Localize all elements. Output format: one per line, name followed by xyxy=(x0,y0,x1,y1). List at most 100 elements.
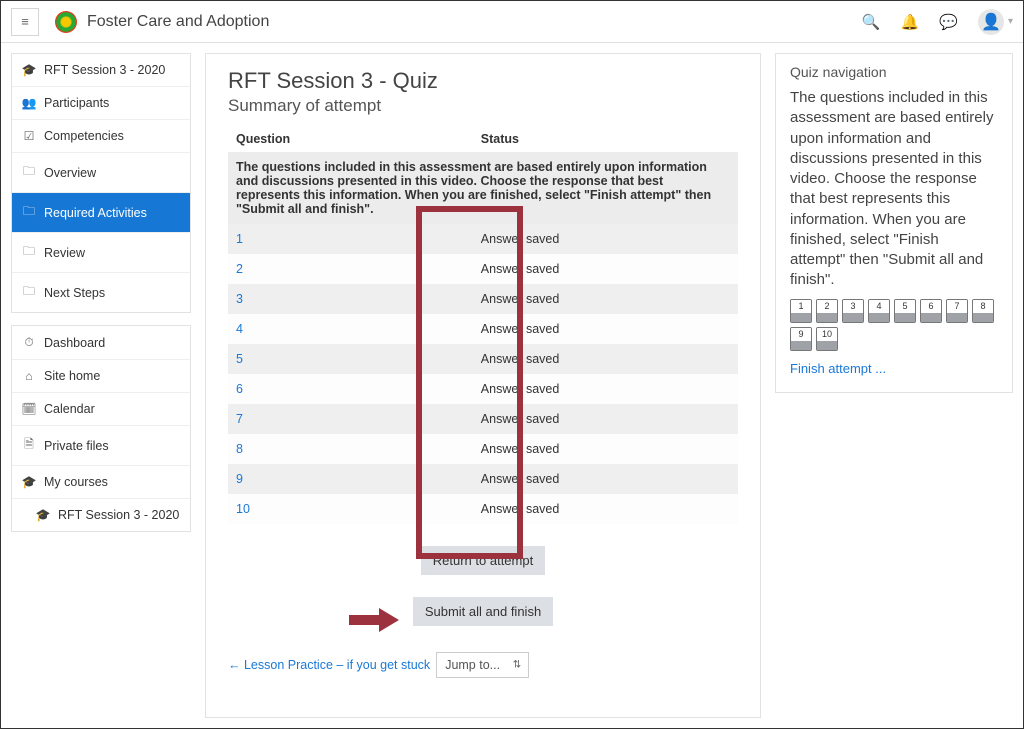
quiz-nav-status-bar xyxy=(973,313,993,322)
nav-overview-label: Overview xyxy=(44,166,96,180)
main-column: RFT Session 3 - Quiz Summary of attempt … xyxy=(205,53,761,718)
nav-drawer-toggle[interactable]: ≡ xyxy=(11,8,39,36)
nav-required-activities[interactable]: 🗀 Required Activities xyxy=(12,193,190,233)
question-status: Answer saved xyxy=(473,254,738,284)
site-logo-icon xyxy=(55,11,77,33)
table-row: 2 Answer saved xyxy=(228,254,738,284)
nav-required-activities-label: Required Activities xyxy=(44,206,147,220)
quiz-nav-status-bar xyxy=(921,313,941,322)
nav-my-courses[interactable]: 🎓My courses xyxy=(12,466,190,499)
quiz-nav-number: 10 xyxy=(817,328,837,341)
quiz-subtitle: Summary of attempt xyxy=(228,96,738,116)
quiz-nav-question-10[interactable]: 10 xyxy=(816,327,838,351)
quiz-nav-status-bar xyxy=(817,341,837,350)
course-nav-panel: 🎓RFT Session 3 - 2020 👥 Participants ☑Compe… xyxy=(11,53,191,313)
nav-participants-icon: 👥 xyxy=(22,96,36,110)
question-link-4[interactable]: 4 xyxy=(236,322,243,336)
nav-calendar[interactable]: 🗓Calendar xyxy=(12,393,190,426)
nav-next-steps[interactable]: 🗀 Next Steps xyxy=(12,273,190,312)
nav-my-course-rft[interactable]: 🎓RFT Session 3 - 2020 xyxy=(12,499,190,531)
left-sidebar: 🎓RFT Session 3 - 2020 👥 Participants ☑Compe… xyxy=(11,53,191,718)
nav-site-home-icon: ⌂ xyxy=(22,369,36,383)
nav-next-steps-label: Next Steps xyxy=(44,286,105,300)
quiz-nav-status-bar xyxy=(947,313,967,322)
nav-required-activities-icon: 🗀 xyxy=(22,202,36,223)
table-row: 1Answer saved xyxy=(228,224,738,254)
quiz-nav-question-6[interactable]: 6 xyxy=(920,299,942,323)
table-row: 4 Answer saved xyxy=(228,314,738,344)
nav-dashboard[interactable]: ⏱ Dashboard xyxy=(12,326,190,360)
nav-my-courses-label: My courses xyxy=(44,475,108,489)
quiz-nav-number: 4 xyxy=(869,300,889,313)
question-number-grid: 12345678 9 10 xyxy=(790,299,998,351)
question-status: Answer saved xyxy=(473,314,738,344)
quiz-nav-number: 5 xyxy=(895,300,915,313)
prev-activity-link[interactable]: ← Lesson Practice – if you get stuck xyxy=(228,658,430,672)
jump-to-select[interactable]: Jump to... xyxy=(436,652,529,678)
quiz-summary-card: RFT Session 3 - Quiz Summary of attempt … xyxy=(205,53,761,718)
nav-competencies[interactable]: ☑Competencies xyxy=(12,120,190,153)
quiz-nav-number: 9 xyxy=(791,328,811,341)
quiz-nav-number: 6 xyxy=(921,300,941,313)
question-status: Answer saved xyxy=(473,464,738,494)
nav-private-files-icon: 🗎 xyxy=(22,435,36,456)
hamburger-icon: ≡ xyxy=(21,14,29,29)
notifications-icon[interactable]: 🔔 xyxy=(901,13,920,31)
quiz-nav-card: Quiz navigation The questions included i… xyxy=(775,53,1013,393)
quiz-nav-question-1[interactable]: 1 xyxy=(790,299,812,323)
question-link-8[interactable]: 8 xyxy=(236,442,243,456)
search-icon[interactable]: 🔍 xyxy=(862,13,881,31)
table-row: 8 Answer saved xyxy=(228,434,738,464)
finish-attempt-link[interactable]: Finish attempt ... xyxy=(790,361,886,376)
nav-next-steps-icon: 🗀 xyxy=(22,282,36,303)
question-link-7[interactable]: 7 xyxy=(236,412,243,426)
question-link-9[interactable]: 9 xyxy=(236,472,243,486)
question-link-1[interactable]: 1 xyxy=(236,232,243,246)
nav-review[interactable]: 🗀Review xyxy=(12,233,190,273)
question-status: Answer saved xyxy=(473,374,738,404)
user-menu[interactable]: 👤 ▾ xyxy=(978,9,1013,35)
site-title[interactable]: Foster Care and Adoption xyxy=(87,13,269,31)
quiz-nav-number: 8 xyxy=(973,300,993,313)
question-link-3[interactable]: 3 xyxy=(236,292,243,306)
submit-all-and-finish-button[interactable]: Submit all and finish xyxy=(413,597,553,626)
nav-dashboard-label: Dashboard xyxy=(44,336,105,350)
quiz-nav-question-7[interactable]: 7 xyxy=(946,299,968,323)
messages-icon[interactable]: 💬 xyxy=(939,13,958,31)
question-link-5[interactable]: 5 xyxy=(236,352,243,366)
question-status: Answer saved xyxy=(473,284,738,314)
table-row: 3 Answer saved xyxy=(228,284,738,314)
nav-competencies-icon: ☑ xyxy=(22,129,36,143)
nav-overview[interactable]: 🗀 Overview xyxy=(12,153,190,193)
quiz-nav-status-bar xyxy=(843,313,863,322)
quiz-nav-question-2[interactable]: 2 xyxy=(816,299,838,323)
nav-participants-label: Participants xyxy=(44,96,109,110)
quiz-nav-question-9[interactable]: 9 xyxy=(790,327,812,351)
question-status: Answer saved xyxy=(473,494,738,524)
nav-dashboard-icon: ⏱ xyxy=(22,335,36,350)
page-body: 🎓RFT Session 3 - 2020 👥 Participants ☑Compe… xyxy=(1,43,1023,728)
right-column: Quiz navigation The questions included i… xyxy=(775,53,1013,718)
return-to-attempt-button[interactable]: Return to attempt xyxy=(421,546,545,575)
quiz-info-text: The questions included in this assessmen… xyxy=(228,152,738,224)
question-link-2[interactable]: 2 xyxy=(236,262,243,276)
nav-private-files[interactable]: 🗎 Private files xyxy=(12,426,190,466)
nav-course-title[interactable]: 🎓RFT Session 3 - 2020 xyxy=(12,54,190,87)
nav-my-course-rft-label: RFT Session 3 - 2020 xyxy=(58,508,179,522)
nav-site-home[interactable]: ⌂ Site home xyxy=(12,360,190,393)
question-link-10[interactable]: 10 xyxy=(236,502,250,516)
nav-participants[interactable]: 👥 Participants xyxy=(12,87,190,120)
global-nav-panel: ⏱ Dashboard ⌂ Site home 🗓Calendar 🗎 Private fi… xyxy=(11,325,191,532)
nav-course-title-label: RFT Session 3 - 2020 xyxy=(44,63,165,77)
nav-site-home-label: Site home xyxy=(44,369,100,383)
nav-private-files-label: Private files xyxy=(44,439,109,453)
nav-overview-icon: 🗀 xyxy=(22,162,36,183)
quiz-nav-question-4[interactable]: 4 xyxy=(868,299,890,323)
quiz-info-row: The questions included in this assessmen… xyxy=(228,152,738,224)
question-link-6[interactable]: 6 xyxy=(236,382,243,396)
quiz-nav-question-3[interactable]: 3 xyxy=(842,299,864,323)
question-status: Answer saved xyxy=(473,434,738,464)
quiz-nav-question-5[interactable]: 5 xyxy=(894,299,916,323)
quiz-nav-question-8[interactable]: 8 xyxy=(972,299,994,323)
nav-review-icon: 🗀 xyxy=(22,242,36,263)
